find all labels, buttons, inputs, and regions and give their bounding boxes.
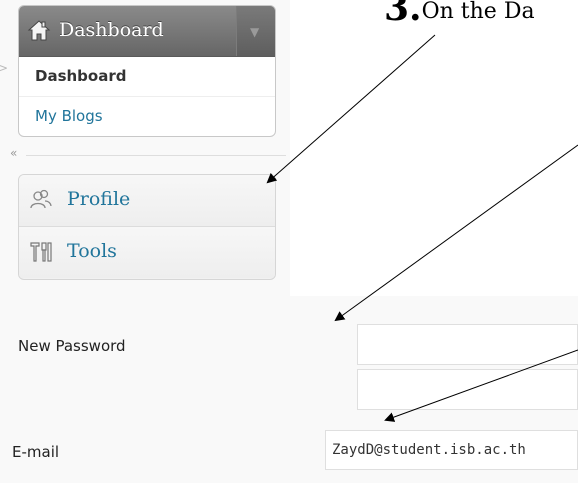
sidebar-menu: Profile Tools	[18, 174, 276, 280]
submenu-item-my-blogs[interactable]: My Blogs	[19, 97, 275, 136]
sidebar-item-tools[interactable]: Tools	[19, 227, 275, 278]
menu-toggle[interactable]: ▼	[236, 6, 275, 56]
dashboard-menu: Dashboard ▼ Dashboard My Blogs	[18, 5, 276, 137]
submenu-item-dashboard[interactable]: Dashboard	[19, 57, 275, 97]
sidebar-item-profile[interactable]: Profile	[19, 175, 275, 227]
home-icon	[27, 20, 51, 41]
collapse-menu-button[interactable]: «	[10, 146, 17, 160]
sidebar-item-label: Tools	[67, 240, 117, 262]
instruction-heading: 3.On the Da	[384, 0, 535, 38]
step-text: On the Da	[421, 0, 535, 24]
new-password-label: New Password	[18, 337, 126, 355]
current-page-arrow-icon: >	[0, 61, 9, 75]
divider	[26, 155, 286, 156]
users-icon	[30, 189, 52, 209]
dashboard-menu-header[interactable]: Dashboard ▼	[19, 6, 275, 57]
step-number: 3.	[384, 0, 422, 29]
instruction-area	[290, 0, 578, 296]
new-password-input[interactable]	[357, 324, 578, 365]
email-field[interactable]	[325, 430, 578, 470]
email-label: E-mail	[12, 443, 60, 461]
tools-icon	[30, 242, 52, 262]
repeat-password-input[interactable]	[357, 369, 578, 410]
triangle-down-icon: ▼	[250, 25, 260, 39]
dashboard-menu-title: Dashboard	[59, 19, 164, 41]
sidebar-item-label: Profile	[67, 188, 131, 210]
